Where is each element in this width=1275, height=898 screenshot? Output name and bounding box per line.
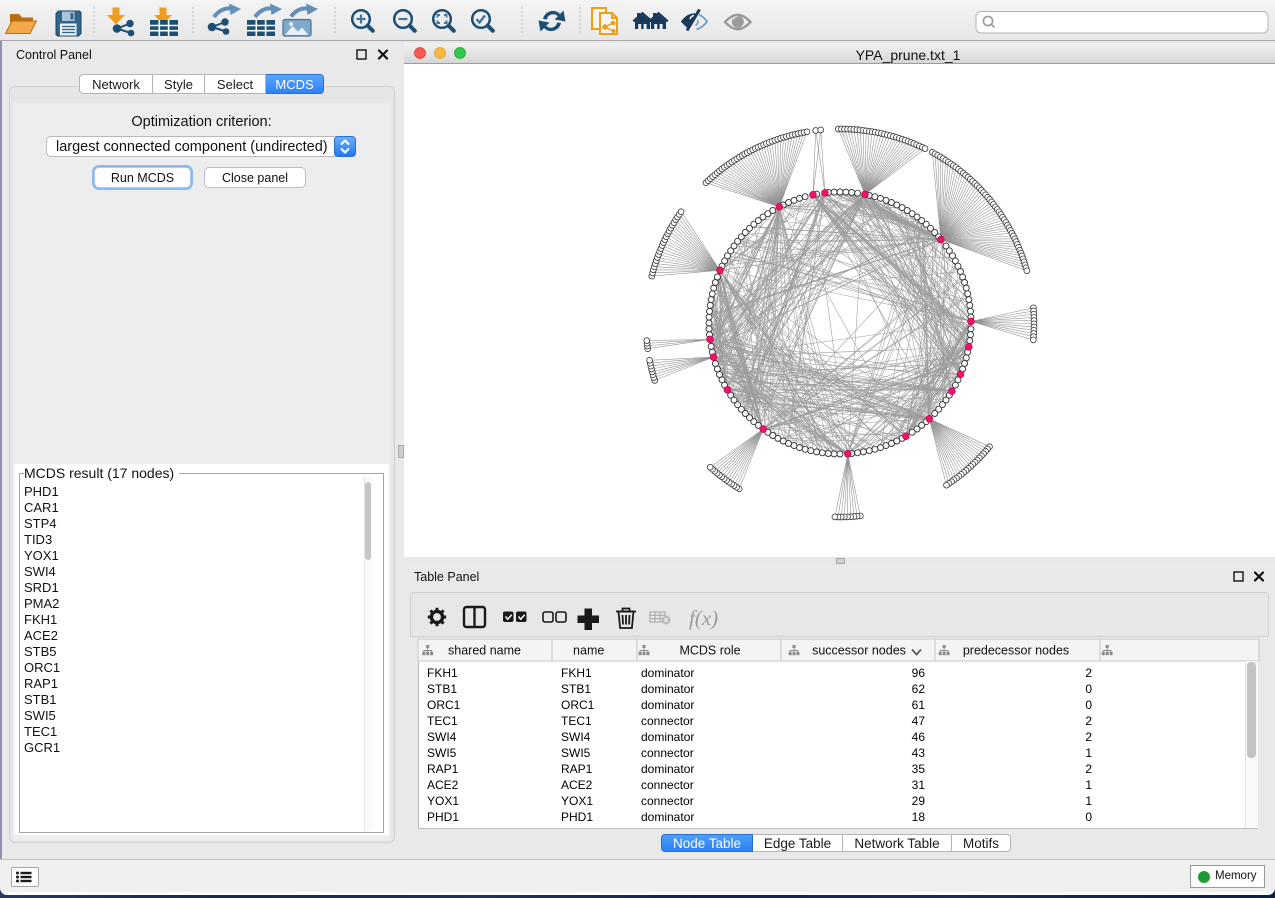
svg-text:predecessor nodes: predecessor nodes <box>963 644 1069 658</box>
svg-text:name: name <box>573 644 604 658</box>
svg-text:f(x): f(x) <box>689 606 718 630</box>
svg-text:shared name: shared name <box>448 644 521 658</box>
svg-text:successor nodes: successor nodes <box>812 644 906 658</box>
svg-text:MCDS role: MCDS role <box>679 644 740 658</box>
